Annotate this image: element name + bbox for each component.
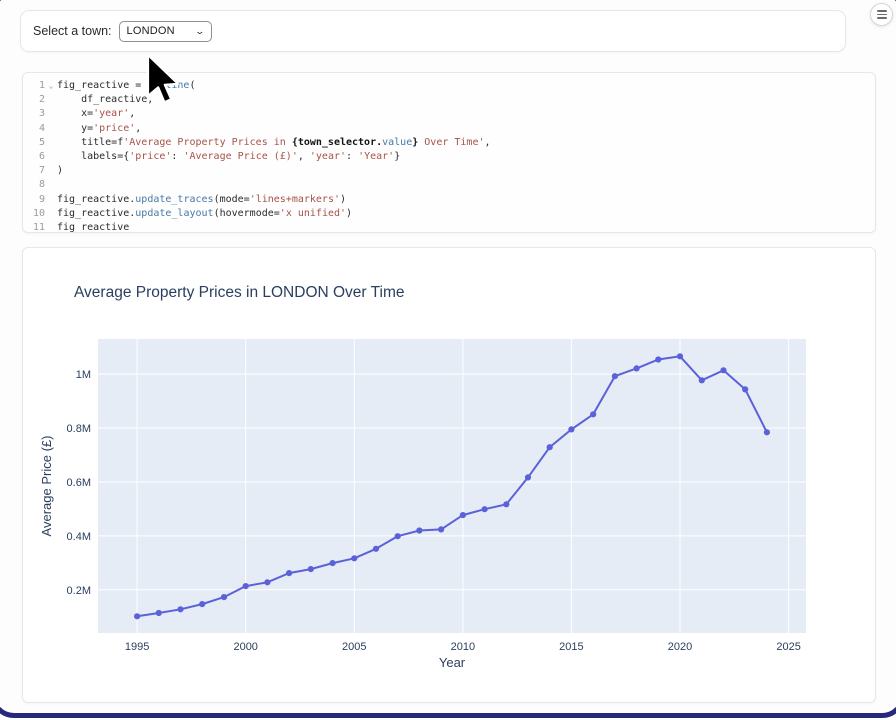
town-selector-card: Select a town: LONDON ⌄ xyxy=(20,10,846,52)
code-line: 9 fig_reactive.update_traces(mode='lines+… xyxy=(23,193,875,207)
code-text: ) xyxy=(57,164,63,178)
code-line: 4 y='price', xyxy=(23,122,875,136)
svg-text:2000: 2000 xyxy=(233,641,257,653)
svg-text:0.6M: 0.6M xyxy=(67,477,91,489)
town-select-dropdown[interactable]: LONDON ⌄ xyxy=(119,21,212,42)
fold-gutter xyxy=(45,93,57,107)
line-number: 8 xyxy=(23,178,45,192)
code-text: title=f'Average Property Prices in {town… xyxy=(57,136,491,150)
code-text: y='price', xyxy=(57,122,141,136)
line-number: 10 xyxy=(23,207,45,221)
code-line: 11 fig_reactive xyxy=(23,221,875,233)
fold-gutter xyxy=(45,207,57,221)
property-price-line-chart[interactable]: 1995 2000 2005 2010 2015 2020 2025 0.2M 0.4M 0.6M… xyxy=(23,248,877,704)
svg-text:2020: 2020 xyxy=(668,641,692,653)
line-number: 1 xyxy=(23,79,45,93)
fold-gutter xyxy=(45,193,57,207)
code-line: 8 xyxy=(23,178,875,192)
line-number: 7 xyxy=(23,164,45,178)
town-selector-label: Select a town: xyxy=(33,24,112,38)
line-number: 2 xyxy=(23,93,45,107)
fold-gutter xyxy=(45,164,57,178)
svg-text:2015: 2015 xyxy=(559,641,583,653)
chart-cell: Average Property Prices in LONDON Over T… xyxy=(22,247,876,703)
fold-gutter xyxy=(45,122,57,136)
svg-text:0.4M: 0.4M xyxy=(67,531,91,543)
line-number: 11 xyxy=(23,221,45,233)
code-text: x='year', xyxy=(57,107,135,121)
fold-gutter xyxy=(45,136,57,150)
mouse-cursor xyxy=(144,53,182,107)
svg-text:0.8M: 0.8M xyxy=(67,423,91,435)
chevron-down-icon: ⌄ xyxy=(194,27,205,36)
svg-text:2010: 2010 xyxy=(451,641,475,653)
fold-chevron-icon[interactable]: ⌄ xyxy=(45,79,57,93)
code-line: 6 labels={'price': 'Average Price (£)', … xyxy=(23,150,875,164)
code-text: fig_reactive.update_layout(hovermode='x … xyxy=(57,207,352,221)
code-text: fig_reactive xyxy=(57,221,129,233)
code-text: df_reactive, xyxy=(57,93,153,107)
code-line: 3 x='year', xyxy=(23,107,875,121)
svg-text:Year: Year xyxy=(439,655,466,670)
svg-text:Average Price (£): Average Price (£) xyxy=(39,436,54,537)
svg-text:1995: 1995 xyxy=(125,641,149,653)
svg-text:1M: 1M xyxy=(76,369,91,381)
code-line: 7) xyxy=(23,164,875,178)
line-number: 3 xyxy=(23,107,45,121)
fold-gutter xyxy=(45,107,57,121)
town-select-value: LONDON xyxy=(127,25,175,37)
code-line: 10 fig_reactive.update_layout(hovermode='… xyxy=(23,207,875,221)
svg-text:0.2M: 0.2M xyxy=(67,585,91,597)
code-text: fig_reactive.update_traces(mode='lines+m… xyxy=(57,193,346,207)
fold-gutter xyxy=(45,178,57,192)
code-text: labels={'price': 'Average Price (£)', 'y… xyxy=(57,150,400,164)
hamburger-menu-icon xyxy=(877,10,887,19)
svg-text:2005: 2005 xyxy=(342,641,366,653)
menu-button[interactable] xyxy=(870,3,893,26)
line-number: 9 xyxy=(23,193,45,207)
line-number: 5 xyxy=(23,136,45,150)
code-line: 5 title=f'Average Property Prices in {to… xyxy=(23,136,875,150)
fold-gutter xyxy=(45,221,57,233)
svg-text:2025: 2025 xyxy=(776,641,800,653)
fold-gutter xyxy=(45,150,57,164)
line-number: 4 xyxy=(23,122,45,136)
line-number: 6 xyxy=(23,150,45,164)
